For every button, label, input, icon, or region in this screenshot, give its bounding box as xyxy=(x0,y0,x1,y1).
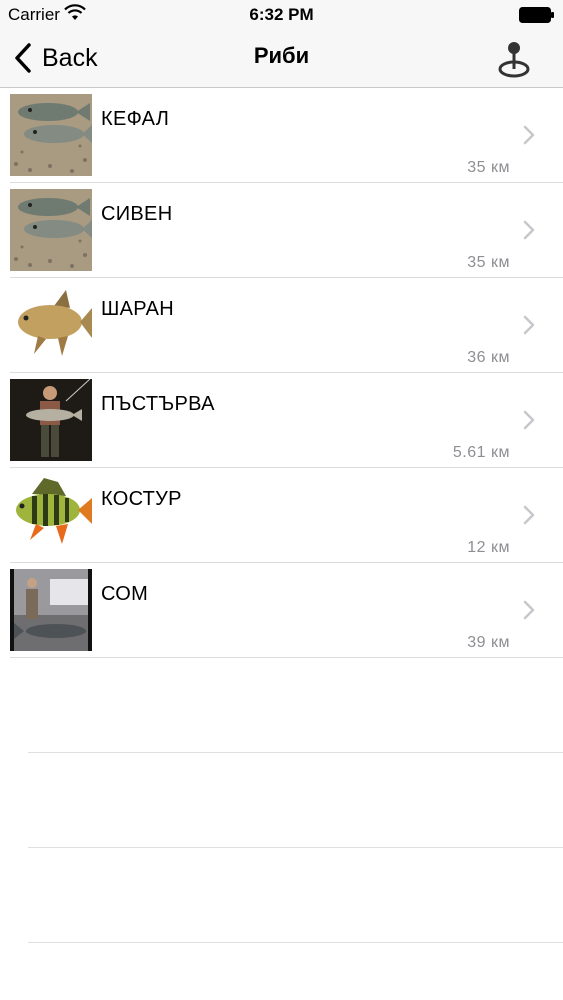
list-item[interactable]: ПЪСТЪРВА 5.61 км xyxy=(0,373,563,468)
chevron-right-icon xyxy=(522,599,536,626)
fish-name: СИВЕН xyxy=(101,203,173,225)
chevron-right-icon xyxy=(522,219,536,246)
distance-label: 39 км xyxy=(467,634,510,651)
fish-name: ШАРАН xyxy=(101,298,174,320)
distance-label: 36 км xyxy=(467,349,510,366)
empty-row-separator xyxy=(28,847,563,848)
distance-label: 12 км xyxy=(467,539,510,556)
chevron-right-icon xyxy=(522,409,536,436)
fish-name: КЕФАЛ xyxy=(101,108,170,130)
fish-thumbnail xyxy=(10,474,92,556)
fish-list: КЕФАЛ 35 км СИВЕН 35 км ШАРАН 36 км ПЪСТ… xyxy=(0,88,563,658)
fish-name: ПЪСТЪРВА xyxy=(101,393,215,415)
distance-label: 35 км xyxy=(467,159,510,176)
fish-name: СОМ xyxy=(101,583,149,605)
list-item[interactable]: ШАРАН 36 км xyxy=(0,278,563,373)
list-item[interactable]: КЕФАЛ 35 км xyxy=(0,88,563,183)
fish-name: КОСТУР xyxy=(101,488,182,510)
status-bar: Carrier 6:32 PM xyxy=(0,0,563,30)
fish-thumbnail xyxy=(10,379,92,461)
fish-thumbnail xyxy=(10,94,92,176)
clock: 6:32 PM xyxy=(249,5,314,24)
chevron-right-icon xyxy=(522,504,536,531)
chevron-right-icon xyxy=(522,314,536,341)
distance-label: 5.61 км xyxy=(452,444,510,461)
page-title: Риби xyxy=(253,43,310,68)
navigation-bar: Back Риби xyxy=(0,30,563,88)
chevron-right-icon xyxy=(522,124,536,151)
fish-thumbnail xyxy=(10,284,92,366)
map-pin-icon xyxy=(493,42,535,84)
empty-row-separator xyxy=(28,752,563,753)
list-item[interactable]: СИВЕН 35 км xyxy=(0,183,563,278)
list-item[interactable]: СОМ 39 км xyxy=(0,563,563,658)
battery-icon xyxy=(519,7,555,23)
fish-thumbnail xyxy=(10,569,92,651)
fish-thumbnail xyxy=(10,189,92,271)
list-item[interactable]: КОСТУР 12 км xyxy=(0,468,563,563)
empty-row-separator xyxy=(28,942,563,943)
distance-label: 35 км xyxy=(467,254,510,271)
map-button[interactable] xyxy=(493,38,535,80)
